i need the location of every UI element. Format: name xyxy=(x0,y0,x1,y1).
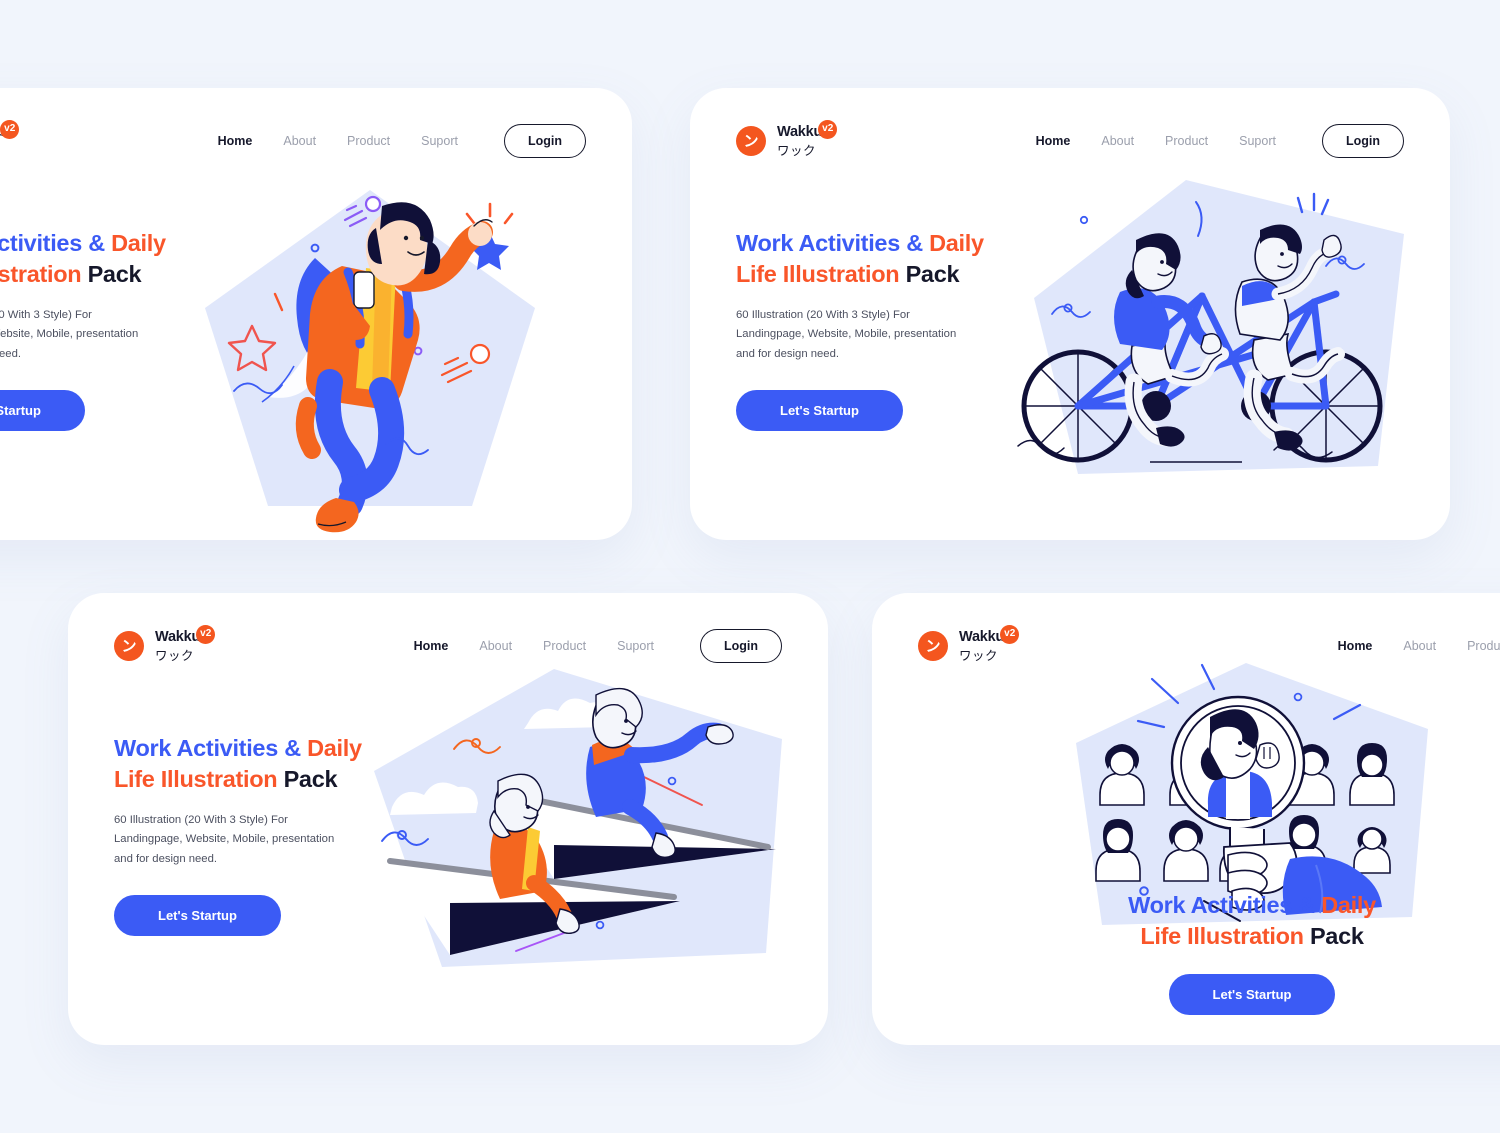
wakku-swoosh-icon: ン xyxy=(736,126,766,156)
headline-part-orange: Daily xyxy=(929,230,984,256)
page-title: Work Activities & Daily Life Illustratio… xyxy=(0,228,218,291)
navbar: ン Wakkuv2 ワック Home About Product Suport … xyxy=(0,118,632,164)
headline-part-dark: Pack xyxy=(905,261,960,288)
hero-text-block: Work Activities & Daily Life Illustratio… xyxy=(0,228,218,432)
illustration-tandem-bicycle xyxy=(1006,174,1406,514)
wakku-swoosh-icon: ン xyxy=(918,631,948,661)
landing-card-top-left: ン Wakkuv2 ワック Home About Product Suport … xyxy=(0,88,632,540)
hero-description: 60 Illustration (20 With 3 Style) For La… xyxy=(114,813,335,865)
headline-part-orange-2: Life Illustration xyxy=(0,261,82,288)
headline-part-orange: Daily xyxy=(111,230,166,256)
nav-item-product[interactable]: Product xyxy=(347,134,390,148)
page-title: Work Activities & Daily Life Illustratio… xyxy=(736,228,1036,291)
page-title: Work Activities & Daily Life Illustratio… xyxy=(1128,890,1376,953)
brand-text: Wakkuv2 ワック xyxy=(0,119,20,159)
hero-description: 60 Illustration (20 With 3 Style) For La… xyxy=(0,308,139,360)
navbar: ン Wakkuv2 ワック Home About Product Suport … xyxy=(690,118,1450,164)
nav-item-suport[interactable]: Suport xyxy=(1239,134,1276,148)
brand-subtitle: ワック xyxy=(777,143,817,158)
brand-version-badge: v2 xyxy=(1000,624,1020,644)
nav-item-about[interactable]: About xyxy=(479,639,512,653)
nav-links: Home About Product Suport xyxy=(218,134,458,148)
brand-version-badge: v2 xyxy=(0,119,20,139)
wakku-swoosh-icon: ン xyxy=(114,631,144,661)
headline-part-dark: Pack xyxy=(87,261,142,288)
landing-card-bottom-left: ン Wakkuv2 ワック Home About Product Suport … xyxy=(68,593,828,1045)
hero-text-block-centered: Work Activities & Daily Life Illustratio… xyxy=(872,890,1500,1015)
landing-card-bottom-right: ン Wakkuv2 ワック Home About Product Suport xyxy=(872,593,1500,1045)
nav-links: Home About Product Suport xyxy=(1036,134,1276,148)
brand-logo[interactable]: ン Wakkuv2 ワック xyxy=(0,119,20,159)
headline-part-blue: Work Activities & xyxy=(114,735,301,761)
headline-part-orange-2: Life Illustration xyxy=(736,261,900,288)
nav-links: Home About Product Suport xyxy=(414,639,654,653)
headline-part-blue: Work Activities & xyxy=(0,230,105,256)
login-button[interactable]: Login xyxy=(503,124,586,158)
headline-part-blue: Work Activities & xyxy=(736,230,923,256)
nav-item-home[interactable]: Home xyxy=(1338,639,1373,653)
brand-name: Wakku xyxy=(777,124,823,141)
brand-name: Wakku xyxy=(155,629,201,646)
screenshot-stage: ン Wakkuv2 ワック Home About Product Suport … xyxy=(0,0,1500,1133)
hero-description: 60 Illustration (20 With 3 Style) For La… xyxy=(736,308,957,360)
brand-logo[interactable]: ン Wakkuv2 ワック xyxy=(736,119,838,158)
illustration-person-reaching-star xyxy=(190,176,550,536)
brand-text: Wakkuv2 ワック xyxy=(777,119,838,158)
brand-subtitle: ワック xyxy=(155,648,195,663)
lets-startup-button[interactable]: Let's Startup xyxy=(114,895,281,937)
login-button[interactable]: Login xyxy=(699,629,782,663)
lets-startup-button[interactable]: Let's Startup xyxy=(1168,974,1336,1015)
brand-mark-glyph: ン xyxy=(925,637,941,655)
nav-item-home[interactable]: Home xyxy=(1036,134,1071,148)
nav-item-about[interactable]: About xyxy=(283,134,316,148)
nav-links: Home About Product Suport xyxy=(1338,639,1500,653)
nav-item-home[interactable]: Home xyxy=(414,639,449,653)
login-button[interactable]: Login xyxy=(1321,124,1404,158)
brand-text: Wakkuv2 ワック xyxy=(155,624,216,663)
headline-part-blue: Work Activities & xyxy=(1128,891,1315,918)
nav-item-product[interactable]: Product xyxy=(1467,639,1500,653)
brand-version-badge: v2 xyxy=(818,119,838,139)
lets-startup-button[interactable]: Let's Startup xyxy=(0,390,85,432)
nav-item-about[interactable]: About xyxy=(1101,134,1134,148)
brand-logo[interactable]: ン Wakkuv2 ワック xyxy=(918,624,1020,663)
nav-item-about[interactable]: About xyxy=(1403,639,1436,653)
nav-item-suport[interactable]: Suport xyxy=(617,639,654,653)
nav-item-suport[interactable]: Suport xyxy=(421,134,458,148)
brand-subtitle: ワック xyxy=(0,144,19,159)
brand-name: Wakku xyxy=(959,629,1005,646)
illustration-paper-planes xyxy=(368,665,788,975)
headline-part-dark: Pack xyxy=(283,766,338,793)
brand-mark-glyph: ン xyxy=(743,132,759,150)
brand-subtitle: ワック xyxy=(959,648,999,663)
brand-mark-glyph: ン xyxy=(121,637,137,655)
landing-card-top-right: ン Wakkuv2 ワック Home About Product Suport … xyxy=(690,88,1450,540)
headline-part-orange: Daily xyxy=(307,735,362,761)
brand-logo[interactable]: ン Wakkuv2 ワック xyxy=(114,624,216,663)
headline-part-orange-2: Life Illustration xyxy=(114,766,278,793)
headline-part-orange-2: Life Illustration xyxy=(1140,922,1304,949)
nav-item-product[interactable]: Product xyxy=(543,639,586,653)
headline-part-dark: Pack xyxy=(1309,922,1364,949)
hero-text-block: Work Activities & Daily Life Illustratio… xyxy=(736,228,1036,432)
nav-item-product[interactable]: Product xyxy=(1165,134,1208,148)
brand-version-badge: v2 xyxy=(196,624,216,644)
brand-text: Wakkuv2 ワック xyxy=(959,624,1020,663)
navbar: ン Wakkuv2 ワック Home About Product Suport … xyxy=(68,623,828,669)
nav-item-home[interactable]: Home xyxy=(218,134,253,148)
headline-part-orange: Daily xyxy=(1321,891,1376,918)
lets-startup-button[interactable]: Let's Startup xyxy=(736,390,903,432)
